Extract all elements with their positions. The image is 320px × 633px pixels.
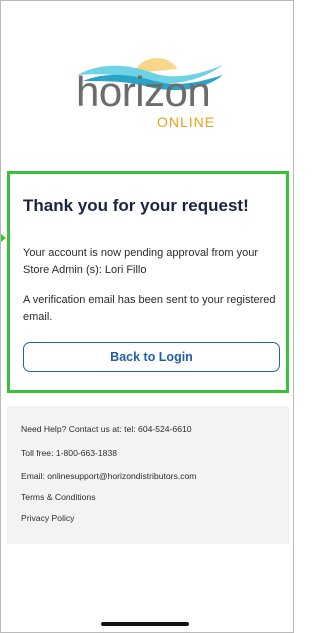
phone-screen: horizon ONLINE Thank you for your reques…: [0, 0, 294, 633]
logo-subtitle: ONLINE: [157, 114, 216, 130]
toll-free-text: Toll free: 1-800-663-1838: [21, 448, 118, 458]
horizon-online-logo: horizon ONLINE: [73, 51, 233, 133]
logo-wordmark: horizon: [76, 68, 211, 115]
pending-approval-message: Your account is now pending approval fro…: [23, 247, 259, 276]
highlight-arrow-icon: [1, 234, 6, 242]
privacy-link[interactable]: Privacy Policy: [21, 514, 74, 523]
help-contact-text: Need Help? Contact us at: tel: 604-524-6…: [21, 424, 192, 434]
help-footer: Need Help? Contact us at: tel: 604-524-6…: [7, 406, 289, 544]
terms-link[interactable]: Terms & Conditions: [21, 493, 96, 502]
support-email-text: Email: onlinesupport@horizondistributors…: [21, 471, 197, 481]
confirmation-card: Thank you for your request! Your account…: [7, 171, 289, 393]
home-indicator[interactable]: [101, 622, 189, 626]
back-to-login-button[interactable]: Back to Login: [23, 342, 280, 372]
confirmation-title: Thank you for your request!: [23, 196, 249, 215]
verification-email-message: A verification email has been sent to yo…: [23, 294, 276, 323]
